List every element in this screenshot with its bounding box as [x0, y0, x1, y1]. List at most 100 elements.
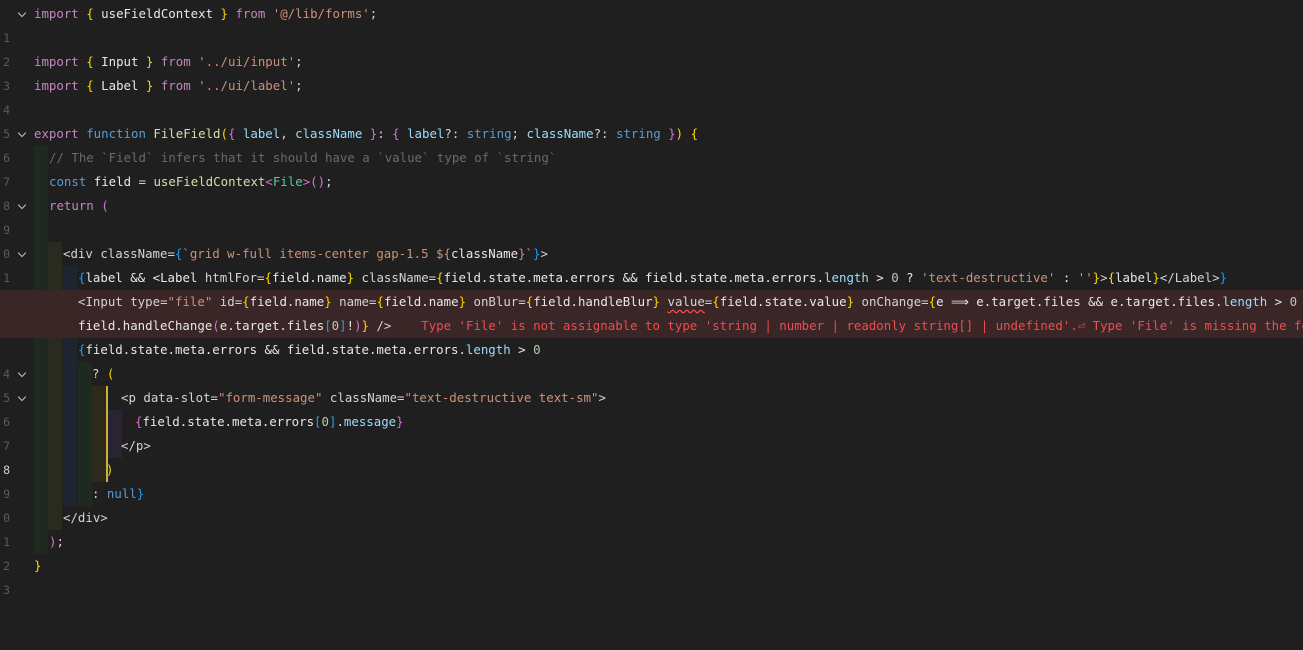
code-token: }: [361, 318, 369, 333]
code-text[interactable]: </div>: [63, 506, 108, 530]
code-text[interactable]: : null}: [92, 482, 144, 506]
code-text[interactable]: }: [34, 554, 41, 578]
code-token: string: [615, 126, 669, 141]
code-token: (): [310, 174, 326, 189]
code-line[interactable]: 2 {label && <Label htmlFor={field.name} …: [0, 266, 1303, 309]
code-line[interactable]: 8 const field = useFieldContext<File>();: [0, 170, 1303, 213]
chevron-down-icon[interactable]: [17, 242, 29, 266]
code-token: :: [92, 486, 107, 501]
code-token: '../ui/input': [198, 54, 296, 69]
code-token: }: [346, 270, 355, 285]
code-token: from: [228, 6, 273, 21]
code-line[interactable]: 5: [0, 98, 1303, 141]
code-token: field.name: [271, 270, 347, 285]
code-line[interactable]: 1 <div className={`grid w-full items-cen…: [0, 242, 1303, 285]
code-token: field.handleBlur: [533, 294, 653, 309]
code-token: (: [220, 126, 228, 141]
code-token: >: [540, 246, 548, 261]
code-text[interactable]: export function FileField({ label, class…: [34, 122, 698, 146]
code-token: e.target.files: [219, 318, 325, 333]
code-token: field.name: [383, 294, 459, 309]
code-token: }: [324, 294, 332, 309]
code-text[interactable]: // The `Field` infers that it should hav…: [49, 146, 556, 170]
code-token: export: [34, 126, 79, 141]
code-token: =: [131, 174, 154, 189]
code-token: =: [160, 294, 168, 309]
code-line[interactable]: 9 ): [0, 458, 1303, 501]
chevron-down-icon[interactable]: [17, 386, 29, 410]
code-token: '': [1077, 270, 1093, 285]
chevron-down-icon[interactable]: [17, 194, 29, 218]
code-text[interactable]: </p>: [121, 434, 151, 458]
code-line[interactable]: 4 {field.state.meta.errors && field.stat…: [0, 338, 1303, 381]
code-token: ?: [92, 366, 107, 381]
code-text[interactable]: import { Label } from '../ui/label';: [34, 74, 303, 98]
code-line[interactable]: 9 return (: [0, 194, 1303, 237]
error-squiggle: value: [667, 294, 705, 309]
code-token: e ⟹ e.target.files && e.target.files.: [936, 294, 1223, 309]
code-token: {: [392, 126, 400, 141]
code-token: field.state.meta.errors && field.state.m…: [443, 270, 825, 285]
code-line[interactable]: 6 <p data-slot="form-message" className=…: [0, 386, 1303, 429]
chevron-down-icon[interactable]: [17, 2, 29, 26]
code-line[interactable]: 6 export function FileField({ label, cla…: [0, 122, 1303, 165]
code-token: }: [34, 558, 42, 573]
code-text[interactable]: {field.state.meta.errors[0].message}: [135, 410, 404, 434]
code-line[interactable]: 1 import { useFieldContext } from '@/lib…: [0, 2, 1303, 45]
code-line-error[interactable]: 3 <Input type="file" id={field.name} nam…: [0, 290, 1303, 333]
code-line[interactable]: 1 </div>: [0, 506, 1303, 549]
code-text[interactable]: return (: [49, 194, 109, 218]
code-token: className: [295, 126, 370, 141]
code-token: FileField: [153, 126, 221, 141]
code-text[interactable]: ): [106, 458, 113, 482]
code-text[interactable]: <div className={`grid w-full items-cente…: [63, 242, 548, 266]
code-line[interactable]: 2 );: [0, 530, 1303, 573]
code-token: 0: [533, 342, 541, 357]
code-token: className: [450, 246, 519, 261]
code-text[interactable]: {field.state.meta.errors && field.state.…: [78, 338, 541, 362]
code-line[interactable]: 4 import { Label } from '../ui/label';: [0, 74, 1303, 117]
code-token: name: [331, 294, 370, 309]
code-editor[interactable]: 1 import { useFieldContext } from '@/lib…: [0, 0, 1303, 628]
code-text[interactable]: <Input type="file" id={field.name} name=…: [78, 290, 1303, 314]
code-text[interactable]: const field = useFieldContext<File>();: [49, 170, 333, 194]
code-line[interactable]: 7 // The `Field` infers that it should h…: [0, 146, 1303, 189]
code-token: }: [1219, 270, 1228, 285]
code-text[interactable]: {label && <Label htmlFor={field.name} cl…: [78, 266, 1227, 290]
code-token: 'text-destructive': [921, 270, 1056, 285]
code-line[interactable]: 3 import { Input } from '../ui/input';: [0, 50, 1303, 93]
code-token: &&: [1297, 294, 1303, 309]
code-text[interactable]: <p data-slot="form-message" className="t…: [121, 386, 606, 410]
code-line[interactable]: 3 }: [0, 554, 1303, 597]
code-text[interactable]: );: [49, 530, 64, 554]
code-token: }: [458, 294, 467, 309]
code-token: [: [314, 414, 322, 429]
code-line-error[interactable]: field.handleChange(e.target.files[0]!)} …: [0, 314, 1303, 338]
code-token: =: [397, 390, 405, 405]
code-token: import: [34, 6, 79, 21]
code-token: {: [376, 294, 384, 309]
code-token: {: [264, 270, 272, 285]
code-text[interactable]: import { useFieldContext } from '@/lib/f…: [34, 2, 377, 26]
code-token: type: [130, 294, 161, 309]
code-line[interactable]: 0 : null}: [0, 482, 1303, 525]
code-text[interactable]: import { Input } from '../ui/input';: [34, 50, 303, 74]
code-line[interactable]: 5 ? (: [0, 362, 1303, 405]
chevron-down-icon[interactable]: [17, 122, 29, 146]
code-line[interactable]: 2: [0, 26, 1303, 69]
code-line[interactable]: 0: [0, 218, 1303, 261]
code-text[interactable]: field.handleChange(e.target.files[0]!)} …: [78, 314, 1303, 338]
code-line[interactable]: 8 </p>: [0, 434, 1303, 477]
code-token: [: [324, 318, 332, 333]
code-token: `grid w-full items-center gap-1.5 ${: [182, 246, 451, 261]
code-token: ): [106, 462, 114, 477]
code-token: function: [78, 126, 154, 141]
code-token: ): [354, 318, 362, 333]
code-token: (: [106, 366, 115, 381]
chevron-down-icon[interactable]: [17, 362, 29, 386]
code-token: import: [34, 54, 79, 69]
code-line[interactable]: 7 {field.state.meta.errors[0].message}: [0, 410, 1303, 453]
code-text[interactable]: ? (: [92, 362, 114, 386]
code-token: {: [242, 294, 250, 309]
code-token: ;: [369, 6, 378, 21]
